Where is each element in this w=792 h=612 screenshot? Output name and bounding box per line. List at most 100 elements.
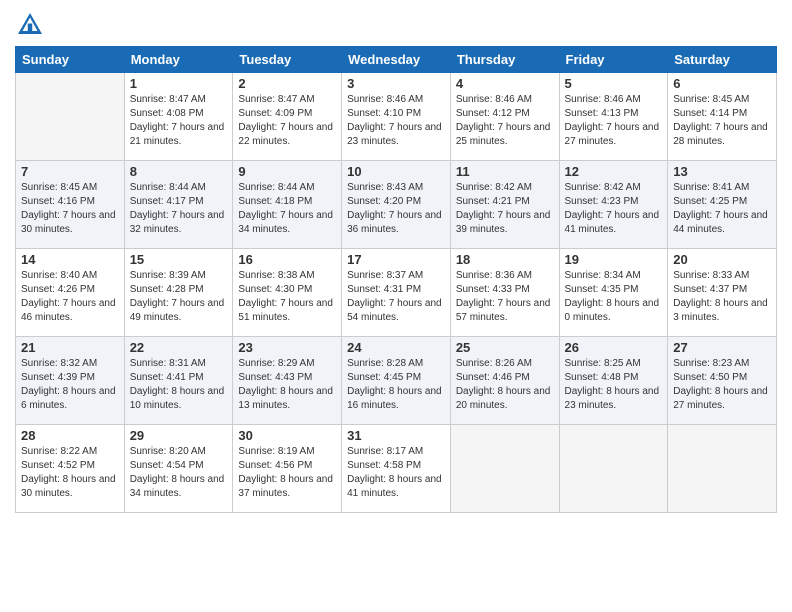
day-number: 2 xyxy=(238,76,336,91)
day-number: 12 xyxy=(565,164,663,179)
calendar-cell: 16 Sunrise: 8:38 AMSunset: 4:30 PMDayligh… xyxy=(233,249,342,337)
day-number: 6 xyxy=(673,76,771,91)
day-number: 14 xyxy=(21,252,119,267)
calendar-cell: 1 Sunrise: 8:47 AMSunset: 4:08 PMDaylight… xyxy=(124,73,233,161)
weekday-header-sunday: Sunday xyxy=(16,47,125,73)
calendar-week-row: 28 Sunrise: 8:22 AMSunset: 4:52 PMDayligh… xyxy=(16,425,777,513)
calendar-cell: 5 Sunrise: 8:46 AMSunset: 4:13 PMDaylight… xyxy=(559,73,668,161)
day-number: 9 xyxy=(238,164,336,179)
calendar-cell: 18 Sunrise: 8:36 AMSunset: 4:33 PMDayligh… xyxy=(450,249,559,337)
day-number: 20 xyxy=(673,252,771,267)
calendar-cell: 26 Sunrise: 8:25 AMSunset: 4:48 PMDayligh… xyxy=(559,337,668,425)
calendar-cell: 13Sunrise: 8:41 AMSunset: 4:25 PMDayligh… xyxy=(668,161,777,249)
weekday-header-monday: Monday xyxy=(124,47,233,73)
day-number: 22 xyxy=(130,340,228,355)
day-number: 25 xyxy=(456,340,554,355)
calendar-cell: 8 Sunrise: 8:44 AMSunset: 4:17 PMDaylight… xyxy=(124,161,233,249)
day-info: Sunrise: 8:34 AMSunset: 4:35 PMDaylight:… xyxy=(565,269,663,325)
day-info: Sunrise: 8:47 AMSunset: 4:09 PMDaylight:… xyxy=(238,93,336,149)
calendar-cell: 19 Sunrise: 8:34 AMSunset: 4:35 PMDayligh… xyxy=(559,249,668,337)
calendar-cell: 30 Sunrise: 8:19 AMSunset: 4:56 PMDayligh… xyxy=(233,425,342,513)
calendar-cell: 15Sunrise: 8:39 AMSunset: 4:28 PMDayligh… xyxy=(124,249,233,337)
day-info: Sunrise: 8:26 AMSunset: 4:46 PMDaylight:… xyxy=(456,357,554,413)
day-number: 27 xyxy=(673,340,771,355)
calendar-cell: 12 Sunrise: 8:42 AMSunset: 4:23 PMDayligh… xyxy=(559,161,668,249)
logo-icon xyxy=(15,10,45,40)
day-info: Sunrise: 8:44 AMSunset: 4:18 PMDaylight:… xyxy=(238,181,336,237)
day-info: Sunrise: 8:40 AMSunset: 4:26 PMDaylight:… xyxy=(21,269,119,325)
calendar-cell: 20Sunrise: 8:33 AMSunset: 4:37 PMDayligh… xyxy=(668,249,777,337)
day-number: 21 xyxy=(21,340,119,355)
day-number: 15 xyxy=(130,252,228,267)
day-info: Sunrise: 8:38 AMSunset: 4:30 PMDaylight:… xyxy=(238,269,336,325)
calendar-cell: 28 Sunrise: 8:22 AMSunset: 4:52 PMDayligh… xyxy=(16,425,125,513)
calendar-table: SundayMondayTuesdayWednesdayThursdayFrid… xyxy=(15,46,777,513)
day-number: 23 xyxy=(238,340,336,355)
calendar-cell: 4 Sunrise: 8:46 AMSunset: 4:12 PMDaylight… xyxy=(450,73,559,161)
day-number: 30 xyxy=(238,428,336,443)
day-info: Sunrise: 8:47 AMSunset: 4:08 PMDaylight:… xyxy=(130,93,228,149)
calendar-cell: 17 Sunrise: 8:37 AMSunset: 4:31 PMDayligh… xyxy=(342,249,451,337)
day-number: 1 xyxy=(130,76,228,91)
calendar-week-row: 7Sunrise: 8:45 AMSunset: 4:16 PMDaylight… xyxy=(16,161,777,249)
calendar-cell xyxy=(668,425,777,513)
calendar-cell: 23 Sunrise: 8:29 AMSunset: 4:43 PMDayligh… xyxy=(233,337,342,425)
calendar-cell: 10 Sunrise: 8:43 AMSunset: 4:20 PMDayligh… xyxy=(342,161,451,249)
weekday-header-tuesday: Tuesday xyxy=(233,47,342,73)
day-info: Sunrise: 8:41 AMSunset: 4:25 PMDaylight:… xyxy=(673,181,771,237)
day-info: Sunrise: 8:46 AMSunset: 4:13 PMDaylight:… xyxy=(565,93,663,149)
day-number: 24 xyxy=(347,340,445,355)
calendar-cell: 3 Sunrise: 8:46 AMSunset: 4:10 PMDaylight… xyxy=(342,73,451,161)
day-info: Sunrise: 8:32 AMSunset: 4:39 PMDaylight:… xyxy=(21,357,119,413)
day-info: Sunrise: 8:20 AMSunset: 4:54 PMDaylight:… xyxy=(130,445,228,501)
day-number: 17 xyxy=(347,252,445,267)
day-number: 26 xyxy=(565,340,663,355)
day-info: Sunrise: 8:46 AMSunset: 4:12 PMDaylight:… xyxy=(456,93,554,149)
day-number: 19 xyxy=(565,252,663,267)
day-info: Sunrise: 8:44 AMSunset: 4:17 PMDaylight:… xyxy=(130,181,228,237)
calendar-cell: 2 Sunrise: 8:47 AMSunset: 4:09 PMDaylight… xyxy=(233,73,342,161)
day-number: 10 xyxy=(347,164,445,179)
day-number: 18 xyxy=(456,252,554,267)
day-number: 8 xyxy=(130,164,228,179)
calendar-cell: 11 Sunrise: 8:42 AMSunset: 4:21 PMDayligh… xyxy=(450,161,559,249)
day-info: Sunrise: 8:29 AMSunset: 4:43 PMDaylight:… xyxy=(238,357,336,413)
day-number: 4 xyxy=(456,76,554,91)
calendar-cell: 21 Sunrise: 8:32 AMSunset: 4:39 PMDayligh… xyxy=(16,337,125,425)
day-info: Sunrise: 8:25 AMSunset: 4:48 PMDaylight:… xyxy=(565,357,663,413)
day-number: 28 xyxy=(21,428,119,443)
calendar-cell: 7Sunrise: 8:45 AMSunset: 4:16 PMDaylight… xyxy=(16,161,125,249)
calendar-cell: 31 Sunrise: 8:17 AMSunset: 4:58 PMDayligh… xyxy=(342,425,451,513)
day-info: Sunrise: 8:42 AMSunset: 4:21 PMDaylight:… xyxy=(456,181,554,237)
day-info: Sunrise: 8:46 AMSunset: 4:10 PMDaylight:… xyxy=(347,93,445,149)
day-info: Sunrise: 8:31 AMSunset: 4:41 PMDaylight:… xyxy=(130,357,228,413)
day-info: Sunrise: 8:22 AMSunset: 4:52 PMDaylight:… xyxy=(21,445,119,501)
calendar-cell xyxy=(450,425,559,513)
calendar-cell: 14 Sunrise: 8:40 AMSunset: 4:26 PMDayligh… xyxy=(16,249,125,337)
day-number: 3 xyxy=(347,76,445,91)
day-info: Sunrise: 8:28 AMSunset: 4:45 PMDaylight:… xyxy=(347,357,445,413)
day-info: Sunrise: 8:17 AMSunset: 4:58 PMDaylight:… xyxy=(347,445,445,501)
calendar-cell: 24 Sunrise: 8:28 AMSunset: 4:45 PMDayligh… xyxy=(342,337,451,425)
calendar-cell xyxy=(16,73,125,161)
day-number: 16 xyxy=(238,252,336,267)
weekday-header-friday: Friday xyxy=(559,47,668,73)
day-info: Sunrise: 8:36 AMSunset: 4:33 PMDaylight:… xyxy=(456,269,554,325)
header xyxy=(15,10,777,40)
weekday-header-thursday: Thursday xyxy=(450,47,559,73)
calendar-cell: 29Sunrise: 8:20 AMSunset: 4:54 PMDayligh… xyxy=(124,425,233,513)
day-number: 11 xyxy=(456,164,554,179)
day-info: Sunrise: 8:43 AMSunset: 4:20 PMDaylight:… xyxy=(347,181,445,237)
weekday-header-row: SundayMondayTuesdayWednesdayThursdayFrid… xyxy=(16,47,777,73)
calendar-cell: 25 Sunrise: 8:26 AMSunset: 4:46 PMDayligh… xyxy=(450,337,559,425)
day-info: Sunrise: 8:37 AMSunset: 4:31 PMDaylight:… xyxy=(347,269,445,325)
day-number: 31 xyxy=(347,428,445,443)
day-info: Sunrise: 8:23 AMSunset: 4:50 PMDaylight:… xyxy=(673,357,771,413)
day-info: Sunrise: 8:19 AMSunset: 4:56 PMDaylight:… xyxy=(238,445,336,501)
weekday-header-wednesday: Wednesday xyxy=(342,47,451,73)
logo xyxy=(15,10,49,40)
day-info: Sunrise: 8:42 AMSunset: 4:23 PMDaylight:… xyxy=(565,181,663,237)
day-number: 5 xyxy=(565,76,663,91)
weekday-header-saturday: Saturday xyxy=(668,47,777,73)
calendar-cell: 9 Sunrise: 8:44 AMSunset: 4:18 PMDaylight… xyxy=(233,161,342,249)
